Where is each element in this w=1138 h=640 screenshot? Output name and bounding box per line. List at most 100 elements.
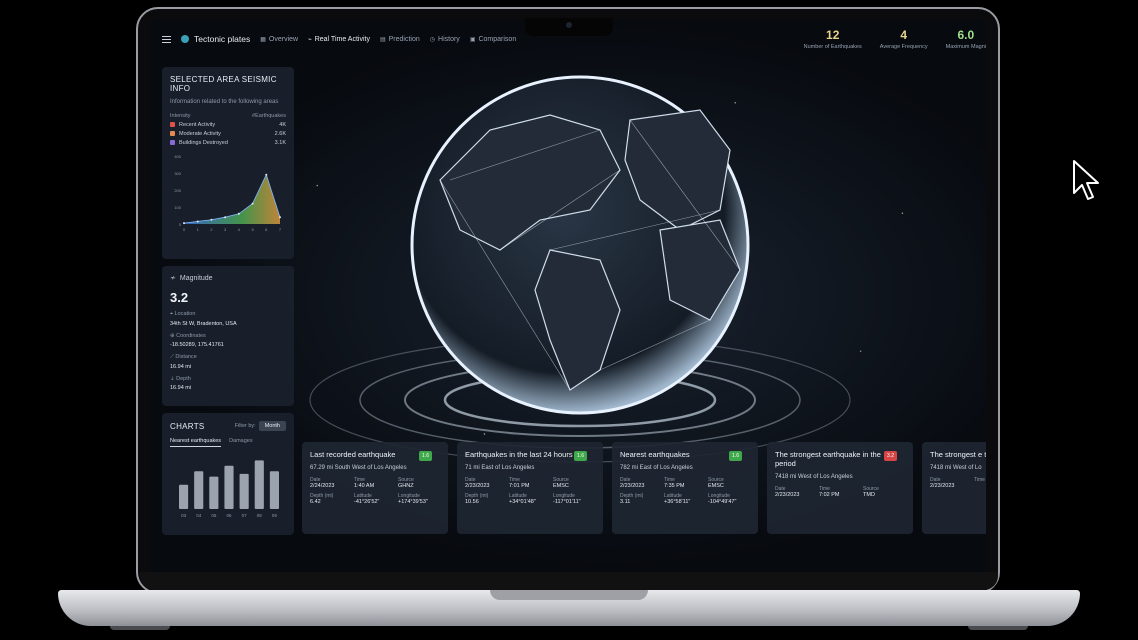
clock-icon: ◷ xyxy=(429,36,436,43)
dashboard-screen: Tectonic plates ▦ Overview ⌁ Real Time Act… xyxy=(150,20,986,572)
coordinates-label: ⊕ Coordinates xyxy=(170,333,206,339)
card-title: Last recorded earthquake xyxy=(310,450,396,459)
card-longitude: -117°01'11" xyxy=(553,499,581,505)
tab-overview[interactable]: ▦ Overview xyxy=(260,36,298,43)
x-tick-label: 7 xyxy=(279,227,282,232)
card-title: The strongest e the period xyxy=(930,450,986,459)
app-brand[interactable]: Tectonic plates xyxy=(181,34,250,44)
tab-real-time-activity[interactable]: ⌁ Real Time Activity xyxy=(308,36,370,43)
card-depth: 6.42 xyxy=(310,499,321,505)
x-tick-label: 04 xyxy=(196,513,202,518)
magnitude-badge: 3.2 xyxy=(884,451,897,461)
data-point xyxy=(224,216,227,219)
panel-title: SELECTED AREA SEISMIC INFO xyxy=(170,75,277,93)
x-tick-label: 4 xyxy=(238,227,241,232)
laptop-groove xyxy=(490,590,648,600)
x-tick-label: 3 xyxy=(224,227,227,232)
card-title: Earthquakes in the last 24 hours xyxy=(465,450,573,459)
card-latitude: +36°58'11" xyxy=(664,499,691,505)
earthquake-card[interactable]: The strongest e the period 7418 mi West o… xyxy=(922,442,986,534)
earthquake-card[interactable]: The strongest earthquake in the period 3.… xyxy=(767,442,913,534)
card-time xyxy=(974,483,986,489)
x-tick-label: 6 xyxy=(265,227,268,232)
bar xyxy=(209,476,219,509)
card-location: 782 mi East of Los Angeles xyxy=(620,465,693,471)
wave-icon: ≁ xyxy=(170,275,176,282)
tab-damages[interactable]: Damages xyxy=(229,438,253,447)
data-point xyxy=(210,218,213,221)
tab-comparison[interactable]: ▣ Comparison xyxy=(470,36,516,43)
area-series xyxy=(184,174,280,224)
card-date: 2/23/2023 xyxy=(775,492,800,498)
tab-nearest-earthquakes[interactable]: Nearest earthquakes xyxy=(170,438,222,447)
y-tick-label: 300 xyxy=(174,171,181,176)
camera-icon xyxy=(566,22,572,28)
x-tick-label: 05 xyxy=(211,513,217,518)
x-tick-label: 03 xyxy=(181,513,187,518)
earth-globe[interactable] xyxy=(300,60,860,480)
tab-prediction[interactable]: ▤ Prediction xyxy=(380,36,420,43)
earthquake-card[interactable]: Last recorded earthquake 1.6 67.29 mi Sout… xyxy=(302,442,448,534)
stat-average-frequency: 4 Average Frequency xyxy=(879,28,928,50)
laptop-chin xyxy=(140,572,998,590)
card-date: 2/23/2023 xyxy=(620,483,645,489)
legend-swatch xyxy=(170,122,175,128)
card-location: 7418 mi West of Lo xyxy=(930,465,982,471)
card-depth: 3.11 xyxy=(620,499,631,505)
card-time: 7:01 PM xyxy=(509,483,530,489)
card-title: Nearest earthquakes xyxy=(620,450,690,459)
table-header: Intensity #Earthquakes xyxy=(170,113,286,119)
card-title: The strongest earthquake in the period xyxy=(775,450,881,468)
magnitude-badge: 1.6 xyxy=(419,451,432,461)
data-point xyxy=(196,220,199,223)
x-tick-label: 1 xyxy=(197,227,200,232)
data-point xyxy=(265,173,268,176)
panel-subtitle: Information related to the following are… xyxy=(170,99,279,105)
depth-label: ⇣ Depth xyxy=(170,376,191,382)
earthquake-card[interactable]: Nearest earthquakes 1.6 782 mi East of Los… xyxy=(612,442,758,534)
x-tick-label: 06 xyxy=(226,513,232,518)
card-latitude: -41°26'52" xyxy=(354,499,380,505)
magnitude-badge: 1.6 xyxy=(729,451,742,461)
bar xyxy=(179,484,189,509)
y-tick-label: 400 xyxy=(174,154,181,159)
menu-icon[interactable] xyxy=(162,35,171,43)
distance-label: ⟋ Distance xyxy=(170,354,197,360)
x-tick-label: 2 xyxy=(210,227,213,232)
main-nav: ▦ Overview ⌁ Real Time Activity ▤ Predictio… xyxy=(260,36,526,43)
card-date: 2/24/2023 xyxy=(310,483,335,489)
depth-value: 16.94 mi xyxy=(170,385,192,391)
list-item[interactable]: Moderate Activity 2.6K xyxy=(170,131,286,137)
coordinates-value: -18.50289, 175.41761 xyxy=(170,342,224,348)
card-depth: 10.56 xyxy=(465,499,479,505)
distance-value: 16.94 mi xyxy=(170,364,192,370)
laptop-foot xyxy=(968,626,1028,630)
card-date: 2/23/2023 xyxy=(465,483,490,489)
stat-earthquake-count: 12 Number of Earthquakes xyxy=(803,28,862,50)
bar xyxy=(239,473,249,509)
x-tick-label: 5 xyxy=(251,227,254,232)
earthquake-card[interactable]: Earthquakes in the last 24 hours 1.6 71 mi… xyxy=(457,442,603,534)
magnitude-header: ≁ Magnitude xyxy=(170,274,213,283)
tab-history[interactable]: ◷ History xyxy=(430,36,460,43)
chart-tabs: Nearest earthquakes Damages xyxy=(170,438,286,447)
list-item[interactable]: Buildings Destroyed 3.1K xyxy=(170,140,286,146)
y-tick-label: 200 xyxy=(174,188,181,193)
seismic-area-chart[interactable]: 0 100 200 300 400 0 1 2 3 4 5 6 7 xyxy=(170,152,286,234)
globe-icon xyxy=(181,35,189,43)
x-tick-label: 09 xyxy=(272,513,278,518)
filter-select[interactable]: Month xyxy=(258,421,286,431)
card-location: 7418 mi West of Los Angeles xyxy=(775,474,853,480)
bar xyxy=(254,460,264,509)
card-source: TMD xyxy=(863,492,875,498)
bar xyxy=(224,465,234,509)
x-tick-label: 0 xyxy=(183,227,186,232)
card-longitude: +174°39'53" xyxy=(398,499,428,505)
location-label: ⌖ Location xyxy=(170,311,196,317)
card-source: GHNZ xyxy=(398,483,414,489)
card-time: 7:35 PM xyxy=(664,483,685,489)
list-item[interactable]: Recent Activity 4K xyxy=(170,122,286,128)
summary-stats: 12 Number of Earthquakes 4 Average Frequen… xyxy=(786,28,986,50)
nearest-earthquakes-bar-chart[interactable]: 03 04 05 06 07 08 09 xyxy=(170,451,286,521)
card-location: 71 mi East of Los Angeles xyxy=(465,465,535,471)
